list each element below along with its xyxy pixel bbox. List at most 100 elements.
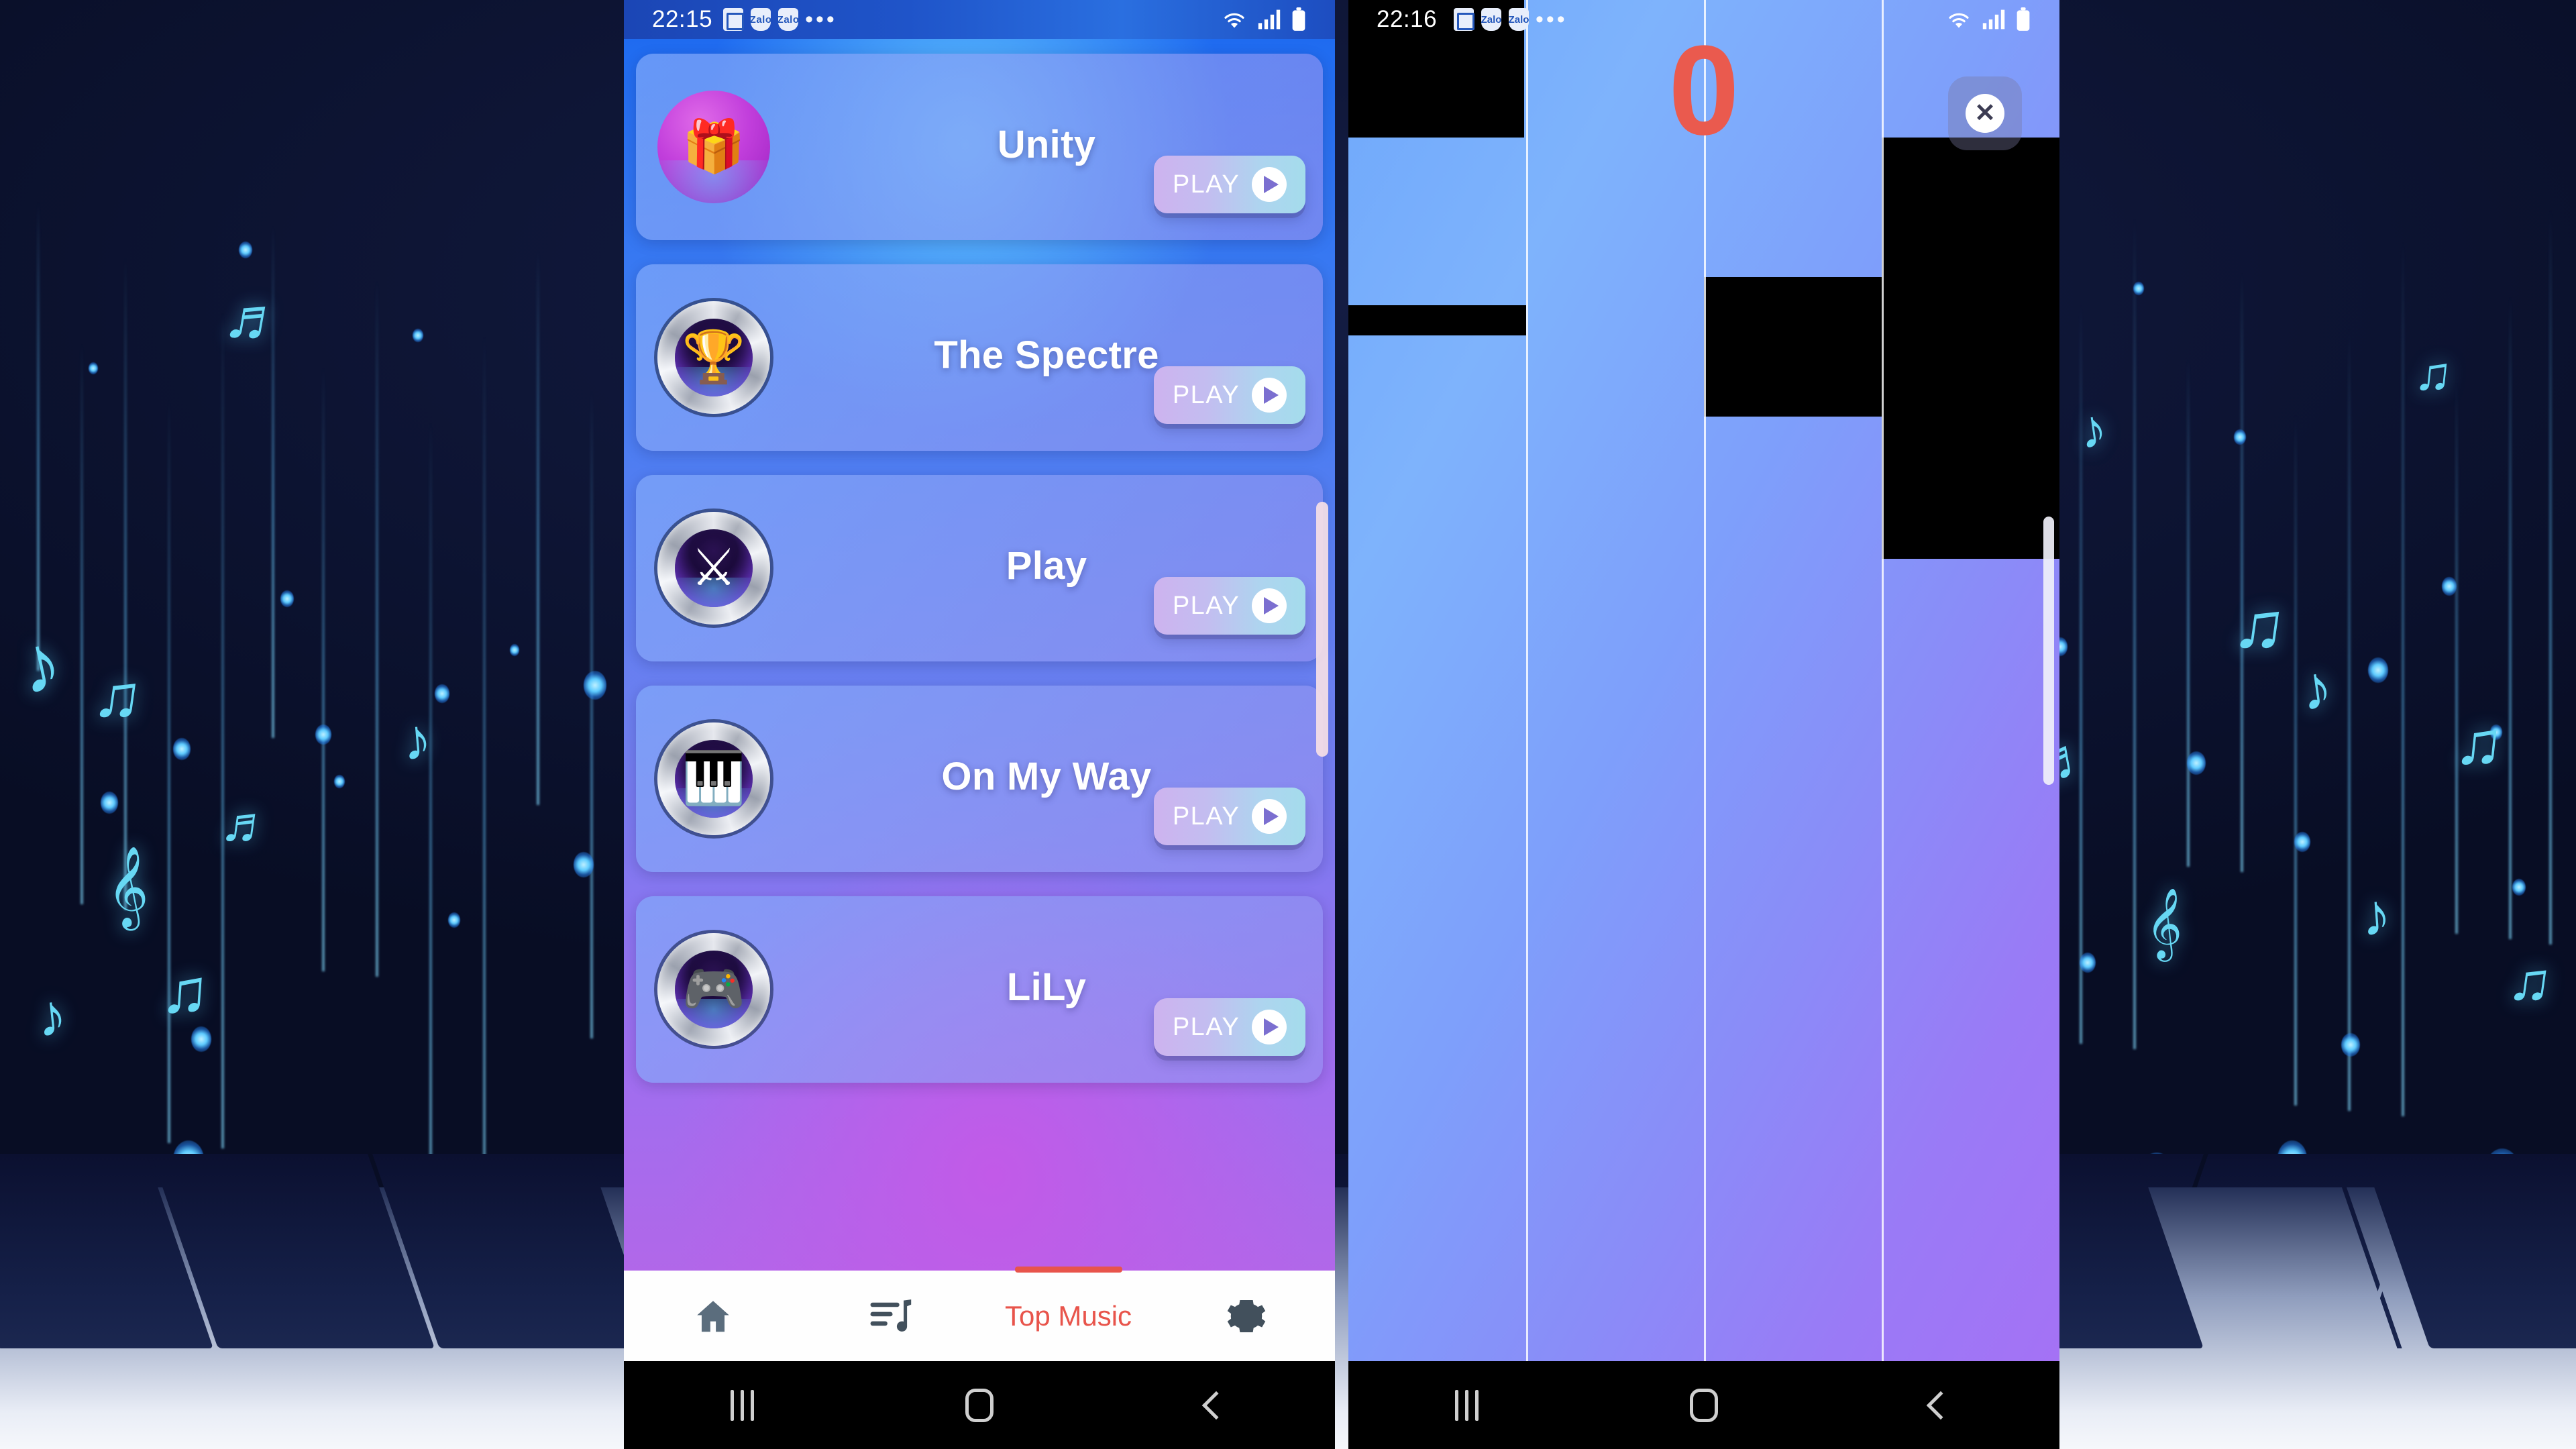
- light-beam: [2455, 382, 2458, 934]
- tab-playlist[interactable]: [802, 1271, 979, 1361]
- badge-glyph: 🎁: [682, 118, 746, 175]
- lane-divider: [1526, 0, 1528, 1361]
- black-tile[interactable]: [1882, 418, 2059, 559]
- song-list-scrollbar[interactable]: [1316, 502, 1328, 757]
- overflow-dots-icon: •••: [1536, 6, 1568, 32]
- black-tile[interactable]: [1704, 277, 1882, 417]
- tab-label: Top Music: [1004, 1299, 1132, 1332]
- badge-inner: 🏆: [675, 319, 753, 396]
- music-note-icon: ♪: [2359, 880, 2394, 949]
- light-beam: [37, 201, 40, 671]
- game-scrollbar[interactable]: [2043, 517, 2054, 785]
- battery-icon: [1292, 7, 1305, 31]
- glow-dot: [173, 738, 191, 760]
- glow-dot: [2341, 1033, 2360, 1057]
- tab-settings[interactable]: [1157, 1271, 1335, 1361]
- badge-glyph: 🎹: [682, 750, 746, 807]
- music-note-icon: ♫: [2229, 583, 2292, 667]
- music-note-icon: ♫: [2504, 946, 2557, 1017]
- recents-button[interactable]: [624, 1389, 861, 1421]
- playlist-icon: [870, 1299, 911, 1332]
- play-triangle-icon: [1252, 588, 1287, 623]
- image-icon: [723, 8, 745, 31]
- glow-dot: [2442, 577, 2457, 596]
- song-card[interactable]: 🎮 LiLy PLAY: [636, 896, 1323, 1083]
- home-button[interactable]: [861, 1388, 1097, 1422]
- play-button[interactable]: PLAY: [1154, 998, 1305, 1056]
- glow-dot: [315, 724, 331, 745]
- tab-home[interactable]: [624, 1271, 802, 1361]
- left-android-nav-bar: [624, 1361, 1335, 1449]
- glow-dot: [413, 329, 423, 342]
- glow-dot: [2080, 953, 2096, 973]
- recents-icon: [1455, 1389, 1479, 1421]
- light-beam: [80, 343, 83, 904]
- play-button-label: PLAY: [1172, 170, 1240, 199]
- right-status-icons: Zalo Zalo: [1454, 8, 1529, 31]
- gamepad-crown-icon: 🎮: [657, 933, 770, 1046]
- song-card[interactable]: 🎹 On My Way PLAY: [636, 686, 1323, 872]
- song-list[interactable]: 🎁 Unity PLAY 🏆 The Spectre PLAY ⚔ Play PLAY 🎹 On M…: [624, 54, 1335, 1361]
- play-button-label: PLAY: [1172, 1012, 1240, 1041]
- home-button[interactable]: [1585, 1388, 1822, 1422]
- glow-dot: [2294, 832, 2310, 852]
- music-note-icon: ♫: [158, 953, 212, 1029]
- piano-keys-icon: 🎹: [657, 722, 770, 835]
- wifi-icon: [1224, 13, 1244, 28]
- song-card[interactable]: 🎁 Unity PLAY: [636, 54, 1323, 240]
- recents-button[interactable]: [1348, 1389, 1585, 1421]
- badge-inner: 🎹: [675, 740, 753, 818]
- back-icon: [1202, 1391, 1231, 1419]
- light-beam: [590, 390, 593, 1038]
- light-beam: [376, 280, 378, 977]
- signal-icon: [1982, 9, 2005, 30]
- left-status-bar: 22:15 Zalo Zalo •••: [624, 0, 1335, 39]
- left-status-right-icons: [1221, 7, 1307, 32]
- play-button[interactable]: PLAY: [1154, 366, 1305, 424]
- left-status-icons: Zalo Zalo: [723, 8, 799, 31]
- piano-tiles-board[interactable]: 0 ✕: [1348, 0, 2059, 1361]
- play-triangle-icon: [1252, 799, 1287, 834]
- back-button[interactable]: [1098, 1391, 1335, 1419]
- black-tile[interactable]: [1348, 305, 1526, 335]
- battery-icon: [2017, 7, 2030, 31]
- play-button[interactable]: PLAY: [1154, 156, 1305, 213]
- image-icon: [1454, 8, 1474, 31]
- black-tile[interactable]: [1882, 138, 2059, 418]
- right-status-right-icons: [1945, 7, 2031, 32]
- song-card[interactable]: 🏆 The Spectre PLAY: [636, 264, 1323, 451]
- close-game-button[interactable]: ✕: [1948, 76, 2022, 150]
- tab-top-music[interactable]: Top Music: [979, 1267, 1157, 1361]
- glow-dot: [2512, 879, 2526, 896]
- light-beam: [2133, 217, 2136, 1049]
- light-beam: [124, 256, 127, 910]
- bottom-tab-bar: Top Music: [624, 1267, 1335, 1361]
- glow-dot: [448, 912, 460, 928]
- left-status-time: 22:15: [652, 6, 713, 32]
- light-beam: [221, 311, 224, 1148]
- music-note-icon: ♪: [33, 980, 70, 1051]
- light-beam: [2241, 272, 2243, 872]
- play-button-label: PLAY: [1172, 591, 1240, 620]
- light-beam: [168, 398, 170, 1143]
- zalo-icon: Zalo: [777, 8, 799, 31]
- phone-right-game: 0 ✕ 22:16 Zalo Zalo •••: [1348, 0, 2059, 1449]
- zalo-icon: Zalo: [750, 8, 771, 31]
- badge-glyph: ⚔: [690, 539, 737, 596]
- phone-left-music-list: 22:15 Zalo Zalo ••• 🎁 Unity PLAY 🏆 The S…: [624, 0, 1335, 1449]
- gift-heart-icon: 🎁: [657, 91, 770, 203]
- badge-glyph: 🏆: [682, 329, 746, 386]
- play-triangle-icon: [1252, 1010, 1287, 1044]
- shield-swords-icon: ⚔: [657, 512, 770, 625]
- light-beam: [2348, 327, 2351, 1111]
- active-tab-indicator: [1014, 1267, 1122, 1273]
- right-status-time: 22:16: [1377, 6, 1438, 32]
- glow-dot: [574, 852, 594, 877]
- play-triangle-icon: [1252, 167, 1287, 202]
- home-nav-icon: [965, 1388, 994, 1422]
- play-button[interactable]: PLAY: [1154, 788, 1305, 845]
- song-card[interactable]: ⚔ Play PLAY: [636, 475, 1323, 661]
- back-button[interactable]: [1823, 1391, 2059, 1419]
- music-note-icon: 𝄞: [2143, 887, 2186, 959]
- play-button[interactable]: PLAY: [1154, 577, 1305, 635]
